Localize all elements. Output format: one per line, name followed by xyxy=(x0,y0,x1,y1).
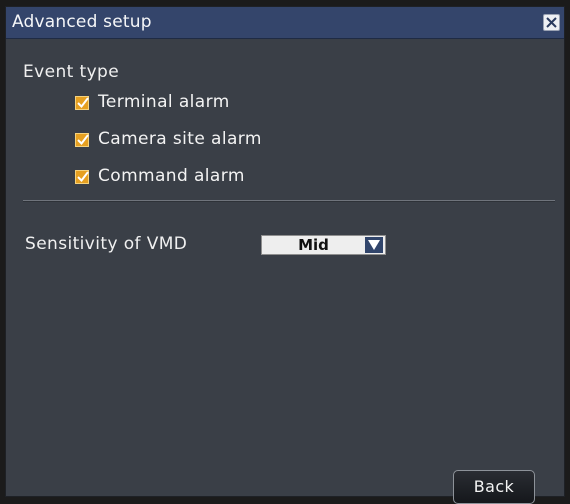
dialog-title: Advanced setup xyxy=(12,12,152,32)
close-icon xyxy=(546,17,557,28)
dropdown-arrow-button[interactable] xyxy=(365,237,383,253)
vmd-sensitivity-select[interactable]: Mid xyxy=(261,235,386,255)
checkbox-label: Camera site alarm xyxy=(98,129,262,149)
title-bar: Advanced setup xyxy=(6,7,564,39)
checkbox-checked-icon[interactable] xyxy=(75,96,89,110)
checkbox-checked-icon[interactable] xyxy=(75,170,89,184)
select-value: Mid xyxy=(298,236,329,254)
checkbox-checked-icon[interactable] xyxy=(75,133,89,147)
triangle-down-icon xyxy=(368,240,380,250)
advanced-setup-dialog: Advanced setup Event type Terminal alarm… xyxy=(5,6,565,504)
close-button[interactable] xyxy=(543,14,560,31)
event-type-label: Event type xyxy=(23,62,120,82)
back-button[interactable]: Back xyxy=(453,470,535,504)
section-divider xyxy=(23,200,555,202)
vmd-sensitivity-label: Sensitivity of VMD xyxy=(25,234,188,254)
checkbox-label: Command alarm xyxy=(98,166,245,186)
checkbox-label: Terminal alarm xyxy=(98,92,230,112)
